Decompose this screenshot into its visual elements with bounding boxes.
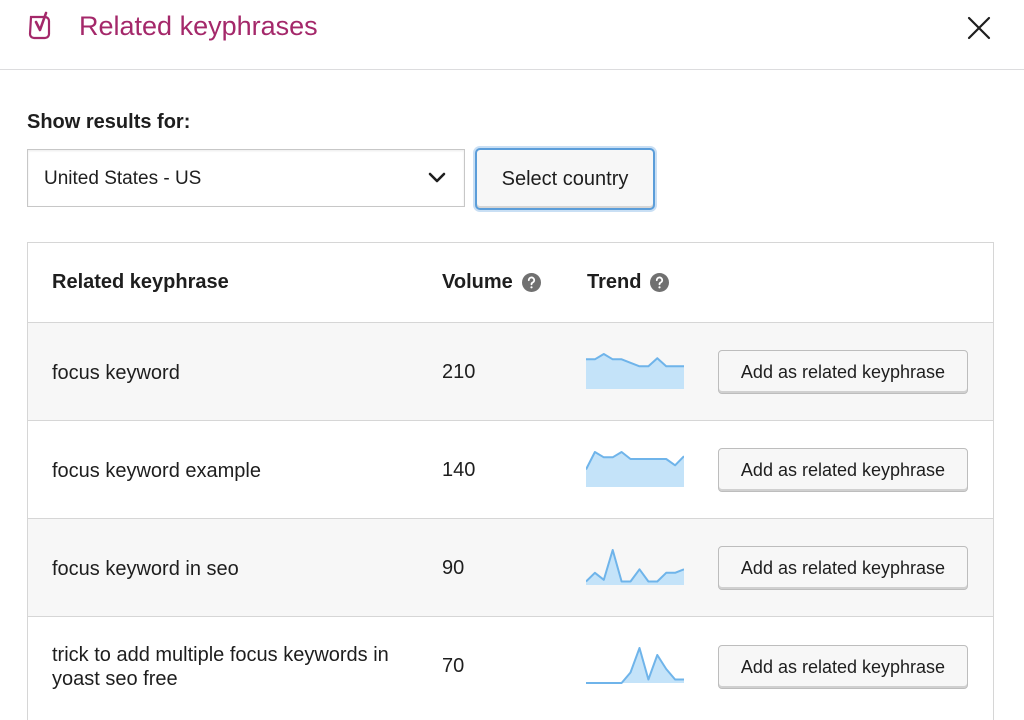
add-related-keyphrase-button[interactable]: Add as related keyphrase — [718, 448, 968, 492]
keyphrase-cell: trick to add multiple focus keywords in … — [52, 644, 389, 690]
chevron-down-icon — [428, 172, 446, 183]
column-header-trend-label: Trend — [587, 271, 642, 293]
table-header: Related keyphrase Volume Trend — [28, 243, 993, 323]
add-related-keyphrase-button[interactable]: Add as related keyphrase — [718, 546, 968, 590]
column-header-volume-label: Volume — [442, 271, 513, 293]
help-icon[interactable] — [650, 273, 670, 292]
volume-cell: 210 — [442, 361, 476, 383]
show-results-label: Show results for: — [27, 111, 191, 133]
volume-cell: 90 — [442, 557, 465, 579]
help-icon[interactable] — [521, 273, 541, 292]
column-header-trend: Trend — [587, 271, 670, 294]
table-row: focus keyword in seo 90 Add as related k… — [28, 518, 993, 616]
country-select[interactable]: United States - US — [27, 149, 465, 207]
trend-area — [586, 550, 684, 585]
close-icon[interactable] — [963, 12, 995, 44]
keyphrase-cell: focus keyword example — [52, 460, 261, 482]
column-header-keyphrase: Related keyphrase — [52, 271, 229, 294]
volume-cell: 140 — [442, 459, 476, 481]
related-keyphrases-table: Related keyphrase Volume Trend focus key… — [27, 242, 994, 720]
volume-cell: 70 — [442, 655, 465, 677]
table-row: focus keyword example 140 Add as related… — [28, 420, 993, 518]
trend-area — [586, 354, 684, 389]
trend-area — [586, 648, 684, 683]
add-related-keyphrase-button[interactable]: Add as related keyphrase — [718, 645, 968, 689]
column-header-keyphrase-label: Related keyphrase — [52, 271, 229, 293]
modal-header: Related keyphrases — [0, 0, 1024, 70]
modal-title: Related keyphrases — [79, 11, 318, 41]
table-row: trick to add multiple focus keywords in … — [28, 616, 993, 720]
add-related-keyphrase-button[interactable]: Add as related keyphrase — [718, 350, 968, 394]
table-row: focus keyword 210 Add as related keyphra… — [28, 322, 993, 420]
trend-sparkline — [586, 647, 684, 684]
select-country-button[interactable]: Select country — [475, 148, 655, 210]
trend-sparkline — [586, 353, 684, 389]
trend-area — [586, 452, 684, 487]
country-select-value: United States - US — [44, 168, 202, 189]
keyphrase-cell: focus keyword — [52, 362, 180, 384]
yoast-logo-icon — [28, 11, 51, 40]
trend-sparkline — [586, 451, 684, 487]
keyphrase-cell: focus keyword in seo — [52, 558, 239, 580]
column-header-volume: Volume — [442, 271, 541, 294]
trend-sparkline — [586, 549, 684, 585]
